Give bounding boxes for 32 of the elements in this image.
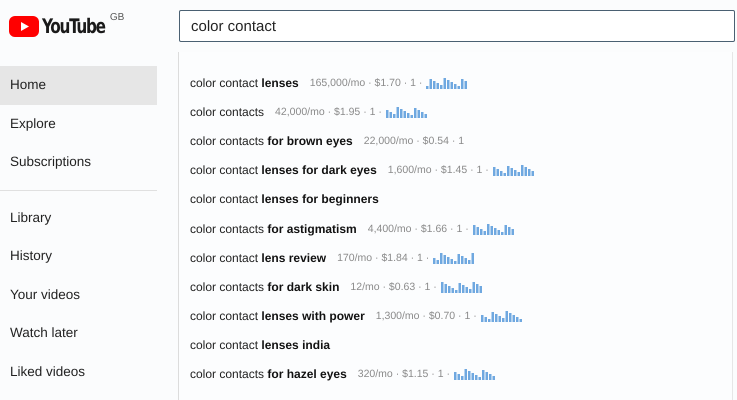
- keyword-metrics: 165,000/mo · $1.70 · 1 ·: [310, 76, 422, 89]
- sidebar-item[interactable]: Subscriptions: [0, 143, 157, 182]
- keyword-metrics: 1,600/mo · $1.45 · 1 ·: [388, 164, 489, 176]
- suggestion-item[interactable]: color contacts: [190, 104, 264, 119]
- sidebar-item[interactable]: Home: [0, 66, 157, 104]
- keyword-metrics: 1,300/mo · $0.70 · 1 ·: [376, 310, 477, 322]
- sidebar-item[interactable]: History: [0, 237, 157, 276]
- suggestion-item[interactable]: color contacts for hazel eyes: [190, 367, 347, 382]
- play-logo-icon: [9, 16, 39, 37]
- suggestion-item[interactable]: color contact lenses with power: [190, 309, 365, 324]
- region-code: GB: [110, 12, 124, 23]
- suggestion-item[interactable]: color contacts for astigmatism: [190, 222, 357, 236]
- suggestion-item[interactable]: color contact lens review: [190, 250, 326, 265]
- suggestion-item[interactable]: color contact lenses for dark eyes: [190, 163, 377, 178]
- suggestion-item[interactable]: color contact lenses for beginners: [190, 192, 379, 206]
- suggestion-item[interactable]: color contact lenses india: [190, 338, 330, 352]
- logo-wordmark: YouTube: [42, 13, 105, 40]
- suggestion-item[interactable]: color contacts for dark skin: [190, 280, 340, 294]
- keyword-metrics: 12/mo · $0.63 · 1 ·: [350, 280, 437, 293]
- search-field[interactable]: color contact: [179, 10, 735, 42]
- suggestion-item[interactable]: color contacts for brown eyes: [190, 134, 353, 148]
- suggestion-item[interactable]: color contact lenses: [190, 76, 299, 90]
- keyword-metrics: 42,000/mo · $1.95 · 1 ·: [275, 106, 382, 118]
- keyword-metrics: 4,400/mo · $1.66 · 1 ·: [368, 222, 469, 235]
- keyword-metrics: 170/mo · $1.84 · 1 ·: [337, 252, 430, 264]
- sidebar-item[interactable]: Liked videos: [0, 352, 157, 391]
- keyword-metrics: 22,000/mo · $0.54 · 1: [364, 134, 464, 147]
- sidebar-item[interactable]: Library: [0, 198, 157, 237]
- keyword-metrics: 320/mo · $1.15 · 1 ·: [358, 368, 450, 380]
- sidebar-item[interactable]: Watch later: [0, 314, 157, 352]
- sidebar-item[interactable]: Explore: [0, 104, 157, 143]
- sidebar-item[interactable]: Your videos: [0, 276, 157, 314]
